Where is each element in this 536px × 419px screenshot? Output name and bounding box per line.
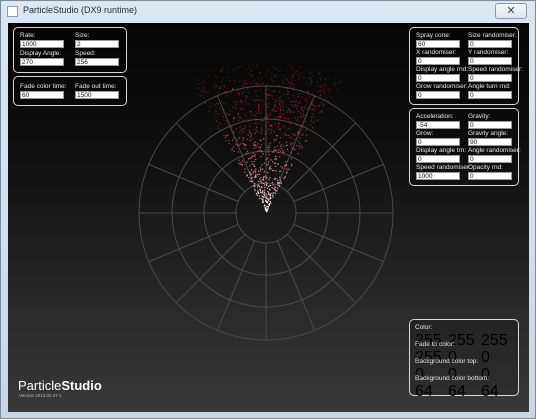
version-text: Version 2013.02.07 A (19, 393, 62, 398)
grow-input[interactable]: 0 (416, 138, 460, 146)
gravity-angle-label: Gravity angle: (468, 130, 509, 137)
gravity-label: Gravity: (468, 113, 491, 120)
opacity-rnd-label: Opacity rnd: (468, 164, 504, 171)
close-button[interactable]: ✕ (495, 3, 527, 19)
panel-colors: Color: 255 255 255 Fade to color: 255 0 … (409, 319, 519, 400)
display-angle-trn-field: Display angle trn: 0 (416, 147, 466, 163)
bg-bottom-r-input[interactable]: 64 (415, 383, 445, 401)
gravity-angle-input[interactable]: 90 (468, 138, 512, 146)
speed-input[interactable]: 256 (75, 58, 119, 66)
size-field: Size: 2 (75, 32, 119, 48)
fade-color-time-field: Fade color time: 60 (20, 83, 67, 99)
rate-input[interactable]: 1000 (20, 40, 64, 48)
rate-label: Rate: (20, 32, 36, 39)
opacity-rnd-field: Opacity rnd: 0 (468, 164, 512, 180)
bg-bottom-label: Background color bottom: (415, 375, 490, 382)
gravity-angle-field: Gravity angle: 90 (468, 130, 512, 146)
spray-cone-input[interactable]: 60 (416, 40, 460, 48)
display-angle-rnd-input[interactable]: 0 (416, 74, 460, 82)
grow-label: Grow: (416, 130, 434, 137)
angle-turn-rnd-field: Angle turn rnd: 0 (468, 83, 512, 99)
angle-randomiser-label: Angle randomiser: (468, 147, 521, 154)
fade-to-color-wrap: Fade to color: (415, 341, 455, 349)
bg-bottom-g-input[interactable]: 64 (448, 383, 478, 401)
x-randomiser-input[interactable]: 0 (416, 57, 460, 65)
fade-out-time-input[interactable]: 1500 (75, 91, 119, 99)
particle-canvas[interactable]: Rate: 1000 Size: 2 Display Angle: 270 Sp… (8, 23, 529, 412)
display-angle-label: Display Angle: (20, 50, 62, 57)
title-bar[interactable]: ParticleStudio (DX9 runtime) ✕ (1, 1, 535, 23)
fade-color-time-input[interactable]: 60 (20, 91, 64, 99)
angle-turn-rnd-label: Angle turn rnd: (468, 83, 511, 90)
y-randomiser-input[interactable]: 0 (468, 57, 512, 65)
logo-bold: Studio (61, 378, 102, 393)
grow-field: Grow: 0 (416, 130, 460, 146)
speed-randomiser-2-label: Speed randomiser: (416, 164, 471, 171)
fade-to-color-label: Fade to color: (415, 341, 455, 348)
gravity-field: Gravity: 0 (468, 113, 512, 129)
y-randomiser-label: Y randomiser: (468, 49, 509, 56)
app-logo: ParticleStudio (18, 378, 102, 393)
display-angle-trn-label: Display angle trn: (416, 147, 467, 154)
opacity-rnd-input[interactable]: 0 (468, 172, 512, 180)
angle-randomiser-field: Angle randomiser: 0 (468, 147, 521, 163)
size-randomiser-input[interactable]: 0 (468, 40, 512, 48)
panel-fade: Fade color time: 60 Fade out time: 1500 (13, 76, 127, 106)
color-label: Color: (415, 324, 433, 331)
grow-randomiser-input[interactable]: 0 (416, 91, 460, 99)
acceleration-input[interactable]: -54 (416, 121, 460, 129)
speed-randomiser-2-input[interactable]: 1000 (416, 172, 460, 180)
size-randomiser-field: Size randomiser: 0 (468, 32, 517, 48)
panel-basic: Rate: 1000 Size: 2 Display Angle: 270 Sp… (13, 27, 127, 73)
display-angle-rnd-label: Display angle rnd: (416, 66, 469, 73)
bg-top-wrap: Background color top: (415, 358, 478, 366)
bg-bottom-wrap: Background color bottom: (415, 375, 489, 383)
x-randomiser-label: X randomiser: (416, 49, 457, 56)
display-angle-rnd-field: Display angle rnd: 0 (416, 66, 468, 82)
app-icon (7, 6, 18, 17)
speed-label: Speed: (75, 50, 96, 57)
speed-field: Speed: 256 (75, 50, 119, 66)
rate-field: Rate: 1000 (20, 32, 64, 48)
x-randomiser-field: X randomiser: 0 (416, 49, 460, 65)
gravity-input[interactable]: 0 (468, 121, 512, 129)
acceleration-label: Acceleration: (416, 113, 454, 120)
fade-b-input[interactable]: 0 (481, 349, 511, 367)
size-input[interactable]: 2 (75, 40, 119, 48)
window-title: ParticleStudio (DX9 runtime) (23, 5, 138, 15)
angle-turn-rnd-input[interactable]: 0 (468, 91, 512, 99)
grow-randomiser-label: Grow randomiser: (416, 83, 468, 90)
speed-randomiser-input[interactable]: 0 (468, 74, 512, 82)
grow-randomiser-field: Grow randomiser: 0 (416, 83, 468, 99)
panel-physics: Acceleration: -54 Gravity: 0 Grow: 0 Gra… (409, 108, 521, 186)
size-randomiser-label: Size randomiser: (468, 32, 517, 39)
fade-color-time-label: Fade color time: (20, 83, 67, 90)
speed-randomiser-2-field: Speed randomiser: 1000 (416, 164, 471, 180)
spray-cone-field: Spray cone: 60 (416, 32, 460, 48)
display-angle-field: Display Angle: 270 (20, 50, 64, 66)
size-label: Size: (75, 32, 90, 39)
y-randomiser-field: Y randomiser: 0 (468, 49, 512, 65)
fade-out-time-field: Fade out time: 1500 (75, 83, 119, 99)
display-angle-trn-input[interactable]: 0 (416, 155, 460, 163)
fade-out-time-label: Fade out time: (75, 83, 117, 90)
logo-light: Particle (18, 378, 62, 393)
speed-randomiser-label: Speed randomiser: (468, 66, 523, 73)
color-label-wrap: Color: (415, 324, 432, 332)
acceleration-field: Acceleration: -54 (416, 113, 460, 129)
bg-bottom-b-input[interactable]: 64 (481, 383, 511, 401)
panel-randomisers: Spray cone: 60 Size randomiser: 0 X rand… (409, 27, 523, 105)
app-window: ParticleStudio (DX9 runtime) ✕ Rate: 100… (0, 0, 536, 419)
speed-randomiser-field: Speed randomiser: 0 (468, 66, 523, 82)
color-b-input[interactable]: 255 (481, 332, 511, 350)
angle-randomiser-input[interactable]: 0 (468, 155, 512, 163)
spray-cone-label: Spray cone: (416, 32, 451, 39)
display-angle-input[interactable]: 270 (20, 58, 64, 66)
bg-top-label: Background color top: (415, 358, 479, 365)
